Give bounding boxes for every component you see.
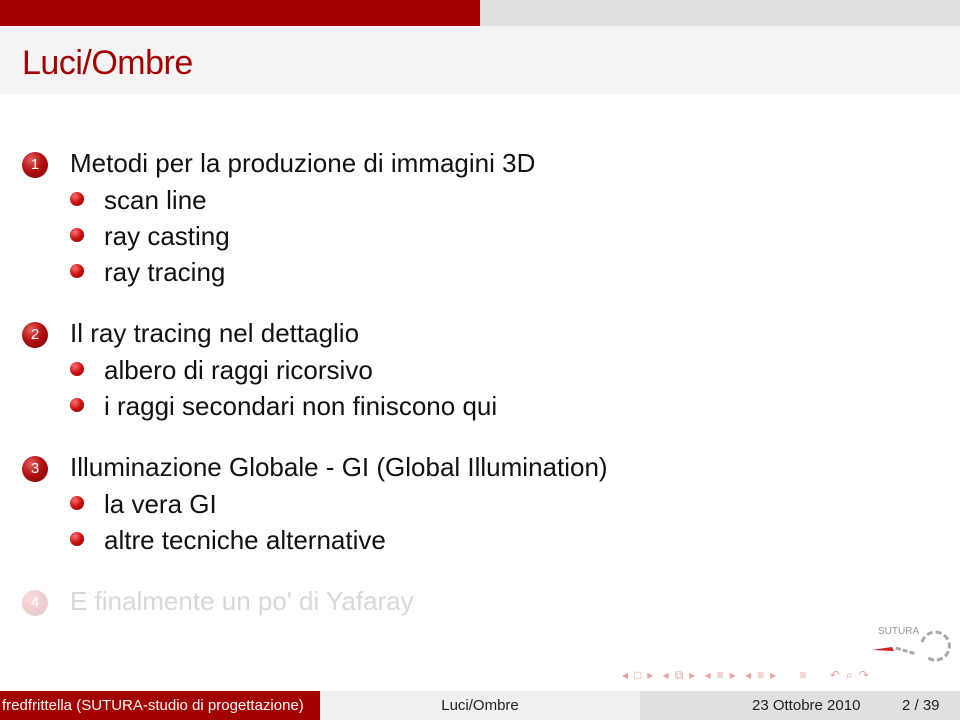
section-number: 3 xyxy=(22,456,48,482)
list-item: la vera GI xyxy=(70,489,217,520)
toc-icon[interactable]: ≡ xyxy=(799,668,806,682)
subsubsection-prev-icon[interactable]: ◂ xyxy=(745,668,751,682)
subsection-icon[interactable]: ⧉ xyxy=(675,668,684,683)
section-number: 4 xyxy=(22,590,48,616)
slide-title: Luci/Ombre xyxy=(22,44,193,82)
frame-icon[interactable]: □ xyxy=(634,668,641,682)
section-number: 1 xyxy=(22,152,48,178)
list-item: albero di raggi ricorsivo xyxy=(70,355,373,386)
list-item: scan line xyxy=(70,185,207,216)
bullet-icon xyxy=(70,264,84,279)
bullet-icon xyxy=(70,192,84,207)
logo-text: SUTURA xyxy=(878,626,919,637)
bullet-icon xyxy=(70,532,84,547)
back-icon[interactable]: ↶ xyxy=(830,668,840,682)
top-bar-right xyxy=(480,0,960,26)
top-bar xyxy=(0,0,960,26)
top-bar-left xyxy=(0,0,480,26)
frame-prev-icon[interactable]: ◂ xyxy=(622,668,628,682)
navigation-bar: ◂ □ ▸ ◂ ⧉ ▸ ◂ ≡ ▸ ◂ ≡ ▸ ≡ ↶ ⌕ ↷ xyxy=(622,668,875,688)
footer-title: Luci/Ombre xyxy=(320,691,640,720)
frame-next-icon[interactable]: ▸ xyxy=(647,668,653,682)
bullet-icon xyxy=(70,362,84,377)
list-item: ray casting xyxy=(70,221,230,252)
sutura-logo-icon: SUTURA xyxy=(872,626,951,662)
bullet-icon xyxy=(70,228,84,243)
list-item: altre tecniche alternative xyxy=(70,525,386,556)
search-icon[interactable]: ⌕ xyxy=(846,668,853,683)
sutura-logo: SUTURA xyxy=(870,620,955,665)
subsubsection-next-icon[interactable]: ▸ xyxy=(770,668,776,682)
footer: fredfrittella (SUTURA-studio di progetta… xyxy=(0,691,960,720)
section-heading: Metodi per la produzione di immagini 3D xyxy=(70,148,536,178)
footer-author: fredfrittella (SUTURA-studio di progetta… xyxy=(0,691,320,720)
forward-icon[interactable]: ↷ xyxy=(859,668,869,682)
list-item: ray tracing xyxy=(70,257,225,288)
bullet-icon xyxy=(70,398,84,413)
section-heading: Il ray tracing nel dettaglio xyxy=(70,318,360,348)
list-item: i raggi secondari non finiscono qui xyxy=(70,391,497,422)
section-heading: E finalmente un po' di Yafaray xyxy=(70,586,414,616)
subsubsection-icon[interactable]: ≡ xyxy=(757,668,764,682)
subsection-next-icon[interactable]: ▸ xyxy=(689,668,695,682)
footer-page-number: 2 / 39 xyxy=(902,697,940,714)
bullet-icon xyxy=(70,496,84,511)
section-number: 2 xyxy=(22,322,48,348)
section-next-icon[interactable]: ▸ xyxy=(730,668,736,682)
footer-date: 23 Ottobre 2010 xyxy=(752,697,861,714)
subsection-prev-icon[interactable]: ◂ xyxy=(663,668,669,682)
footer-right: 23 Ottobre 2010 2 / 39 xyxy=(640,691,960,720)
section-icon[interactable]: ≡ xyxy=(717,668,724,682)
section-heading: Illuminazione Globale - GI (Global Illum… xyxy=(70,452,608,482)
section-prev-icon[interactable]: ◂ xyxy=(705,668,711,682)
